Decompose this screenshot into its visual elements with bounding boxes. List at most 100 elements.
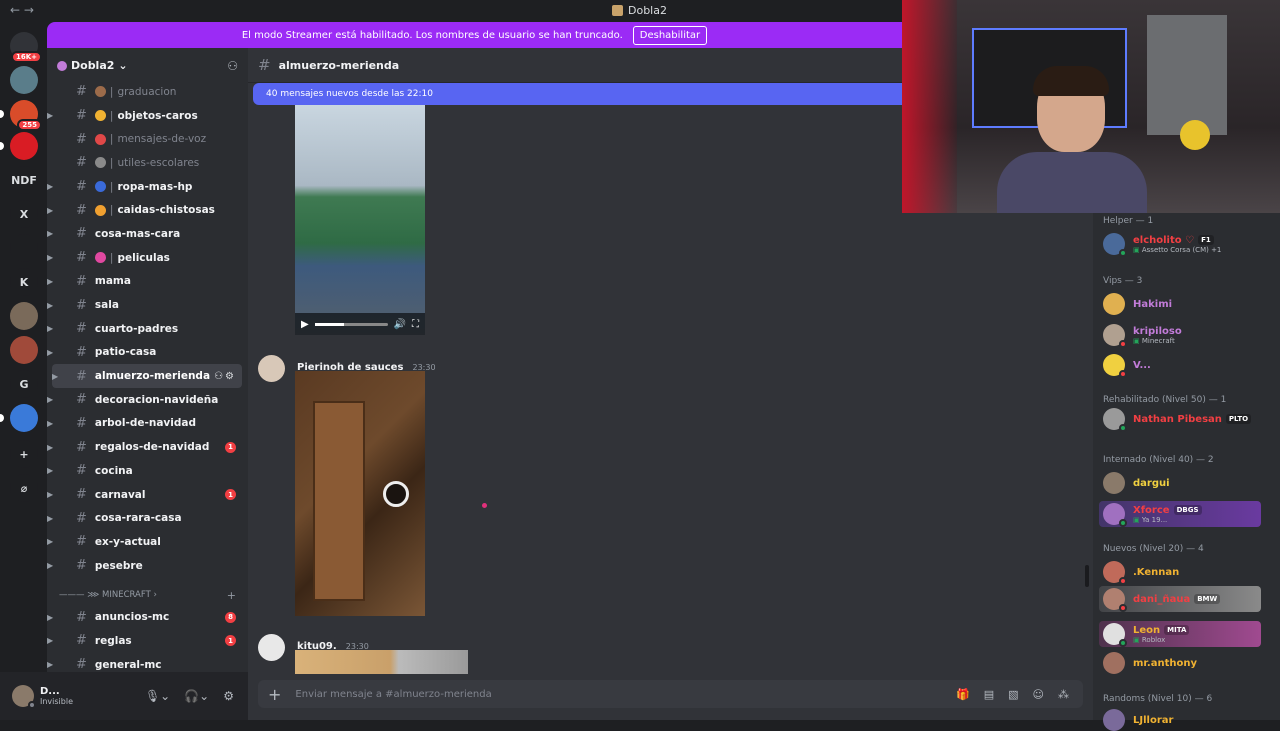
channel-item[interactable]: ▶ # carnaval 1 (47, 483, 248, 507)
server-icon[interactable] (10, 404, 38, 432)
server-icon[interactable]: NDF (10, 166, 38, 194)
server-label: ⌀ (20, 481, 28, 495)
member-item[interactable]: elcholito ♡ F1 ▣ Assetto Corsa (CM) +1 (1103, 233, 1263, 257)
member-item[interactable]: kripiloso ▣ Minecraft (1103, 324, 1263, 348)
hash-icon: # (76, 558, 87, 574)
member-item[interactable]: LJllorar (1103, 709, 1263, 731)
channel-item[interactable]: ▶ # decoracion-navideña (47, 388, 248, 412)
channel-name: ropa-mas-hp (117, 180, 193, 193)
hash-icon: # (76, 510, 87, 526)
add-attachment-icon[interactable]: + (268, 685, 281, 704)
server-icon[interactable] (10, 336, 38, 364)
channel-item[interactable]: ▶ # mama (47, 270, 248, 294)
member-item[interactable]: Nathan Pibesan PLTO (1103, 408, 1263, 432)
unread-pill (0, 414, 4, 422)
channel-item[interactable]: ▶ # arbol-de-navidad (47, 412, 248, 436)
server-icon[interactable]: + (10, 440, 38, 468)
member-item[interactable]: Hakimi (1103, 293, 1263, 315)
video-progress-bar[interactable] (314, 322, 388, 326)
server-icon[interactable]: 16K+ (10, 32, 42, 63)
channel-arrow-icon: ▶ (47, 182, 54, 192)
channel-item[interactable]: ▶ # anuncios-mc 8 (47, 605, 248, 629)
server-icon[interactable] (10, 302, 38, 330)
composer-placeholder[interactable]: Enviar mensaje a #almuerzo-merienda (295, 689, 491, 700)
channel-item[interactable]: ▶ # cosa-rara-casa (47, 506, 248, 530)
server-icon[interactable]: ⌀ (10, 474, 38, 502)
channel-item[interactable]: ▶ # patio-casa (47, 341, 248, 365)
emoji-icon[interactable]: ☺ (1033, 688, 1044, 701)
server-icon[interactable] (10, 234, 38, 262)
scrollbar[interactable] (1085, 565, 1089, 587)
server-icon[interactable]: G (10, 370, 38, 398)
member-item[interactable]: V... (1103, 354, 1263, 378)
member-item[interactable]: Xforce DBGS ▣ Ya 19... (1099, 501, 1261, 527)
message-composer[interactable]: + Enviar mensaje a #almuerzo-merienda 🎁 … (258, 680, 1083, 708)
avatar (1103, 588, 1127, 612)
channel-item[interactable]: ▶ # sala (47, 293, 248, 317)
channel-item[interactable]: ▶ # | caidas-chistosas (47, 198, 248, 222)
play-icon[interactable]: ▶ (301, 319, 309, 330)
channel-arrow-icon: ▶ (47, 513, 54, 523)
server-icon[interactable]: X (10, 200, 38, 228)
channel-item[interactable]: # | graduacion (47, 80, 248, 104)
member-name: Leon (1133, 624, 1161, 636)
member-item[interactable]: mr.anthony (1103, 652, 1263, 674)
avatar[interactable] (258, 355, 285, 382)
channel-item[interactable]: ▶ # | objetos-caros (47, 104, 248, 128)
channel-item[interactable]: ▶ # reglas 1 (47, 629, 248, 653)
channel-item[interactable]: ▶ # cuarto-padres (47, 317, 248, 341)
channel-item[interactable]: ▶ # pesebre (47, 554, 248, 578)
channel-tools[interactable]: ⚇⚙ (214, 371, 236, 382)
guild-header[interactable]: Dobla2 ⌄ ⚇ (47, 48, 248, 83)
channel-item[interactable]: ▶ # regalos-de-navidad 1 (47, 435, 248, 459)
member-item[interactable]: dani_ñaua BMW (1099, 586, 1261, 612)
video-attachment[interactable]: ▶ 🔊 ⛶ (295, 105, 425, 335)
channel-item[interactable]: ▶ # ex-y-actual (47, 530, 248, 554)
disable-streamer-button[interactable]: Deshabilitar (632, 25, 708, 45)
channel-item[interactable]: ▶ # | peliculas (47, 246, 248, 270)
server-icon[interactable]: K (10, 268, 38, 296)
headphones-icon[interactable]: 🎧⌄ (184, 689, 209, 703)
channel-emoji-icon (94, 252, 106, 264)
apps-icon[interactable]: ⁂ (1058, 688, 1069, 701)
gamepad-icon: ▣ (1133, 515, 1140, 524)
channel-item[interactable]: ▶ # | ropa-mas-hp (47, 175, 248, 199)
member-item[interactable]: dargui (1103, 472, 1263, 494)
guild-tag-badge: PLTO (1225, 414, 1252, 424)
volume-icon[interactable]: 🔊 (394, 319, 406, 330)
history-nav-arrows[interactable]: ← → (10, 3, 34, 17)
channel-arrow-icon: ▶ (47, 205, 54, 215)
add-channel-icon[interactable]: + (227, 589, 236, 602)
channel-name: graduacion (117, 85, 177, 98)
avatar[interactable] (258, 634, 285, 661)
channel-item[interactable]: ▶ # cosa-mas-cara (47, 222, 248, 246)
fullscreen-icon[interactable]: ⛶ (412, 319, 419, 330)
microphone-icon[interactable]: 🎙⌄ (145, 689, 170, 703)
image-attachment[interactable] (295, 650, 468, 674)
gift-icon[interactable]: 🎁 (956, 688, 970, 701)
gear-icon[interactable]: ⚙ (223, 689, 234, 703)
channel-item[interactable]: # | mensajes-de-voz (47, 127, 248, 151)
channel-item[interactable]: ▶ # almuerzo-merienda ⚇⚙ (52, 364, 242, 388)
new-messages-bar[interactable]: 40 mensajes nuevos desde las 22:10 (253, 83, 902, 105)
member-item[interactable]: .Kennan (1103, 561, 1263, 585)
member-name: Xforce (1133, 504, 1170, 516)
channel-item[interactable]: ▶ # cocina (47, 459, 248, 483)
server-icon[interactable]: 255 (10, 100, 42, 131)
channel-item[interactable]: # | utiles-escolares (47, 151, 248, 175)
hash-icon: # (76, 250, 87, 266)
image-attachment[interactable] (295, 371, 425, 616)
server-icon[interactable] (10, 132, 38, 160)
server-icon[interactable] (10, 66, 38, 94)
gif-icon[interactable]: ▤ (984, 688, 994, 701)
avatar[interactable] (12, 685, 36, 709)
channel-name: general-mc (94, 658, 162, 671)
member-group-header: Nuevos (Nivel 20) — 4 (1103, 544, 1204, 554)
member-name: elcholito ♡ (1133, 234, 1195, 246)
category-minecraft[interactable]: ——— ⋙ MINECRAFT › + (47, 585, 248, 605)
unread-pill (0, 110, 4, 118)
channel-name: pesebre (94, 559, 143, 572)
member-item[interactable]: Leon MITA ▣ Roblox (1099, 621, 1261, 647)
invite-people-icon[interactable]: ⚇ (227, 59, 238, 73)
sticker-icon[interactable]: ▧ (1008, 688, 1018, 701)
